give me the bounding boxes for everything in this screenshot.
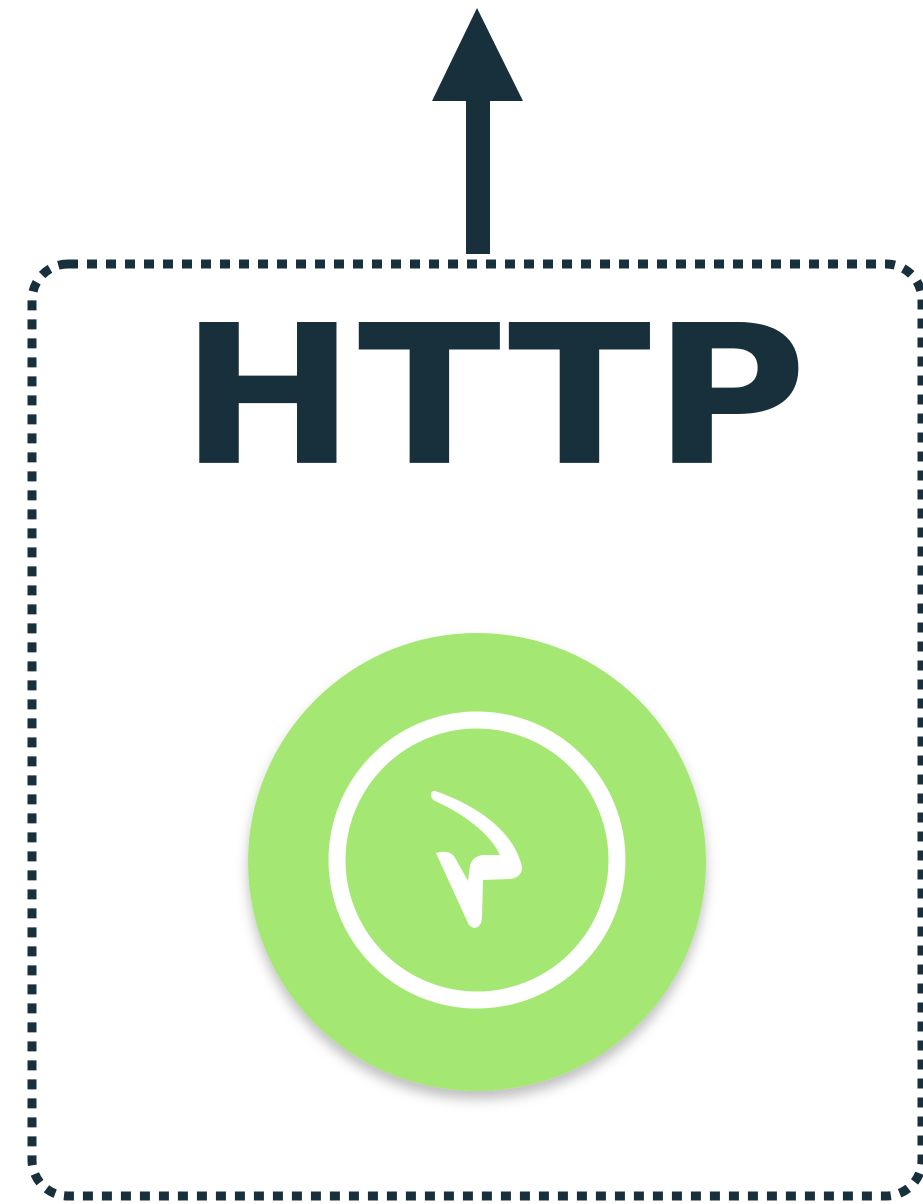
diagram-title: HTTP (180, 283, 809, 509)
diagram-canvas (27, 8, 923, 1201)
up-arrow-icon (432, 8, 523, 254)
arrow-shaft (466, 98, 490, 254)
arrow-head (432, 8, 523, 101)
